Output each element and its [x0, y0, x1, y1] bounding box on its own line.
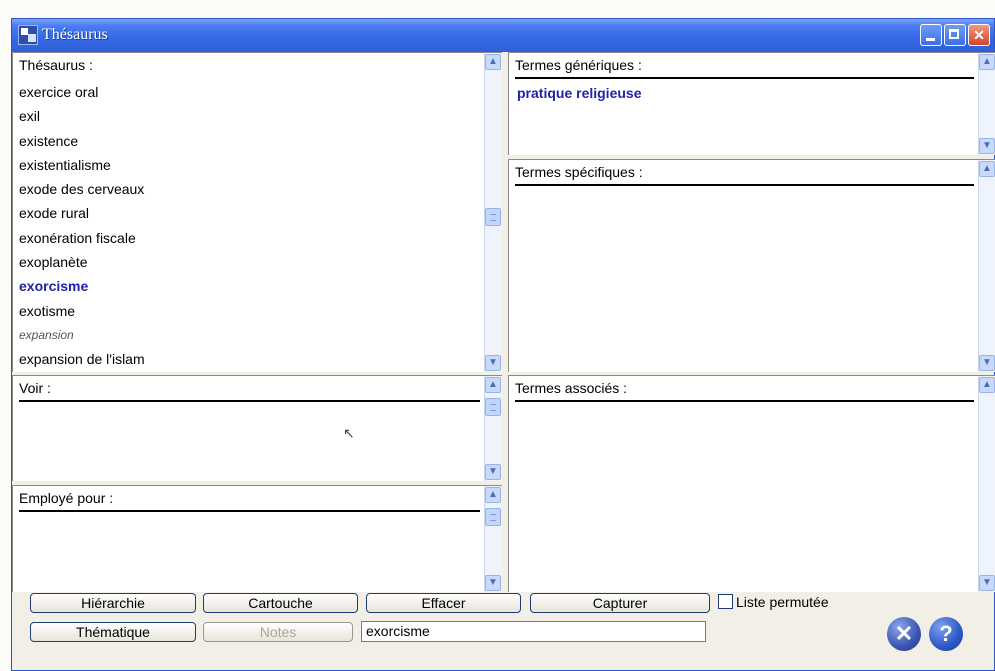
capture-button[interactable]: Capturer: [530, 593, 710, 613]
close-circle-icon[interactable]: ✕: [887, 617, 921, 651]
minimize-icon[interactable]: [920, 24, 942, 46]
associated-terms-header: Termes associés :: [515, 380, 974, 402]
associated-terms-pane: Termes associés : ▲ ▼: [508, 375, 995, 592]
permuted-list-option[interactable]: Liste permutée: [718, 594, 829, 610]
voir-scrollbar[interactable]: ▲ ▼: [484, 376, 502, 481]
scroll-up-icon[interactable]: ▲: [485, 377, 501, 393]
generic-terms-pane: Termes génériques : pratique religieuse …: [508, 52, 995, 155]
specific-terms-header: Termes spécifiques :: [515, 164, 974, 186]
thesaurus-list-item[interactable]: expansion: [19, 323, 480, 347]
scroll-up-icon[interactable]: ▲: [979, 377, 995, 393]
scroll-down-icon[interactable]: ▼: [485, 575, 501, 591]
scroll-up-icon[interactable]: ▲: [485, 54, 501, 70]
thesaurus-pane: Thésaurus : exercice oral exil existence ex…: [12, 52, 502, 372]
term-input[interactable]: exorcisme: [361, 621, 706, 642]
thesaurus-header: Thésaurus :: [19, 57, 93, 73]
permuted-list-checkbox[interactable]: [718, 594, 733, 609]
scroll-down-icon[interactable]: ▼: [485, 464, 501, 480]
used-for-scrollbar[interactable]: ▲ ▼: [484, 486, 502, 592]
thesaurus-list-item[interactable]: exorcisme: [19, 274, 480, 298]
scroll-up-icon[interactable]: ▲: [485, 487, 501, 503]
app-icon: [18, 25, 38, 45]
thesaurus-list-item[interactable]: exercice oral: [19, 80, 480, 104]
permuted-list-label: Liste permutée: [736, 594, 829, 610]
specific-scrollbar[interactable]: ▲ ▼: [978, 160, 995, 372]
scroll-thumb[interactable]: [485, 208, 501, 226]
scroll-up-icon[interactable]: ▲: [979, 161, 995, 177]
generic-terms-header: Termes génériques :: [515, 57, 974, 79]
mouse-cursor-icon: ↖: [343, 425, 355, 441]
thesaurus-list-item[interactable]: exode des cerveaux: [19, 177, 480, 201]
used-for-header: Employé pour :: [19, 490, 480, 512]
maximize-icon[interactable]: [944, 24, 966, 46]
clear-button[interactable]: Effacer: [366, 593, 521, 613]
specific-terms-pane: Termes spécifiques : ▲ ▼: [508, 159, 995, 372]
used-for-pane: Employé pour : ▲ ▼: [12, 485, 502, 592]
thesaurus-list-item[interactable]: exonération fiscale: [19, 226, 480, 250]
scroll-down-icon[interactable]: ▼: [485, 355, 501, 371]
close-window-icon[interactable]: ✕: [968, 24, 990, 46]
scroll-down-icon[interactable]: ▼: [979, 355, 995, 371]
thesaurus-list-item[interactable]: expansion de l'islam: [19, 347, 480, 371]
thesaurus-list-item[interactable]: exoplanète: [19, 250, 480, 274]
thesaurus-list[interactable]: exercice oral exil existence existentialism…: [19, 80, 480, 372]
thesaurus-list-item[interactable]: exil: [19, 104, 480, 128]
notes-button: Notes: [203, 622, 353, 642]
cartouche-button[interactable]: Cartouche: [203, 593, 358, 613]
help-circle-icon[interactable]: ?: [929, 617, 963, 651]
window-title: Thésaurus: [42, 26, 108, 43]
voir-header: Voir :: [19, 380, 480, 402]
thesaurus-list-item[interactable]: exode rural: [19, 201, 480, 225]
thesaurus-list-item[interactable]: existence: [19, 129, 480, 153]
thesaurus-list-item[interactable]: existentialisme: [19, 153, 480, 177]
generic-term-item[interactable]: pratique religieuse: [517, 85, 641, 101]
scroll-thumb[interactable]: [485, 398, 501, 416]
title-bar[interactable]: Thésaurus ✕: [12, 19, 994, 52]
scroll-down-icon[interactable]: ▼: [979, 575, 995, 591]
thesaurus-scrollbar[interactable]: ▲ ▼: [484, 53, 502, 372]
generic-scrollbar[interactable]: ▲ ▼: [978, 53, 995, 155]
thesaurus-list-item[interactable]: exotisme: [19, 299, 480, 323]
scroll-down-icon[interactable]: ▼: [979, 138, 995, 154]
voir-pane: Voir : ▲ ▼: [12, 375, 502, 481]
thesaurus-window: Thésaurus ✕ Thésaurus : exercice oral exi…: [11, 18, 995, 671]
scroll-thumb[interactable]: [485, 508, 501, 526]
thematic-button[interactable]: Thématique: [30, 622, 196, 642]
associated-scrollbar[interactable]: ▲ ▼: [978, 376, 995, 592]
scroll-up-icon[interactable]: ▲: [979, 54, 995, 70]
hierarchy-button[interactable]: Hiérarchie: [30, 593, 196, 613]
